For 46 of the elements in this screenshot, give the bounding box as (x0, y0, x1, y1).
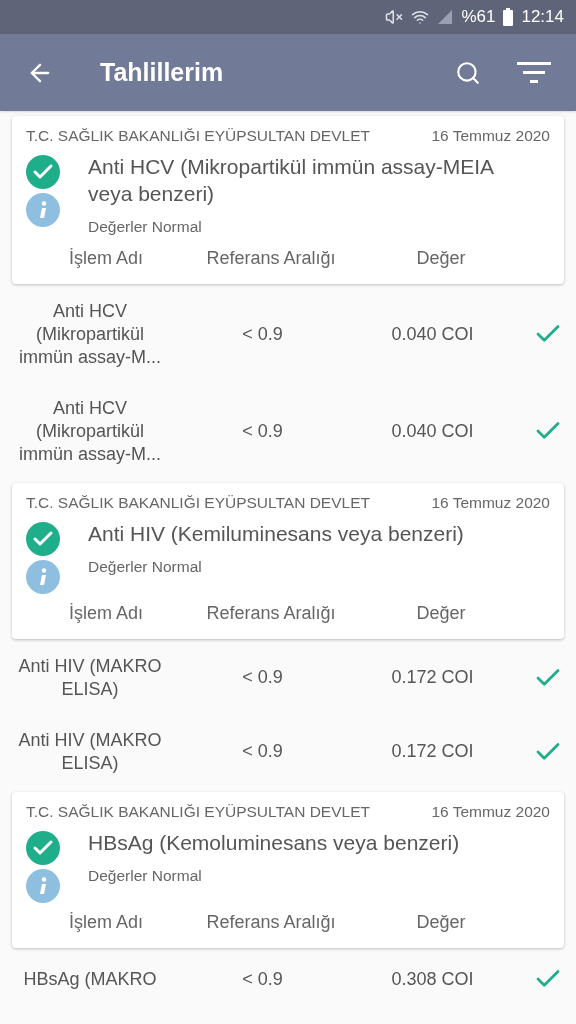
column-header: Değer (415, 246, 467, 270)
result-card[interactable]: T.C. SAĞLIK BAKANLIĞI EYÜPSULTAN DEVLET 16 Temmuz 2020 Anti HCV (Mikropartikül immün assay-MEIA veya benzeri) Değerler Normal İşlem Adı Referans Aralığı Değer (12, 116, 564, 284)
status-text: Değerler Normal (88, 217, 203, 238)
clock: 12:14 (521, 6, 564, 29)
mute-icon (385, 8, 404, 26)
test-title: Anti HCV (Mikropartikül immün assay-MEIA veya benzeri) (88, 154, 495, 208)
page-title: Tahlillerim (100, 56, 225, 88)
signal-icon (437, 9, 454, 25)
result-date: 16 Temmuz 2020 (431, 492, 550, 513)
result-value: 0.172 COI (390, 740, 475, 764)
hospital-name: T.C. SAĞLIK BAKANLIĞI EYÜPSULTAN DEVLET (26, 126, 370, 146)
result-date: 16 Temmuz 2020 (431, 126, 550, 146)
column-header: İşlem Adı (68, 911, 144, 934)
reference-range: < 0.9 (241, 666, 284, 690)
result-value: 0.040 COI (390, 419, 475, 443)
test-title: Anti HIV (Kemiluminesans veya benzeri) (88, 520, 464, 547)
column-header: İşlem Adı (68, 601, 144, 625)
status-text: Değerler Normal (88, 556, 203, 577)
column-header: İşlem Adı (68, 246, 144, 270)
test-name: Anti HCV (Mikropartikül immün assay-M... (18, 299, 162, 369)
column-header: Referans Aralığı (205, 601, 337, 625)
reference-range: < 0.9 (241, 322, 284, 346)
column-header: Referans Aralığı (205, 911, 337, 934)
reference-range: < 0.9 (241, 419, 284, 443)
result-value: 0.040 COI (390, 322, 475, 346)
battery-percent: %61 (461, 6, 496, 29)
hospital-name: T.C. SAĞLIK BAKANLIĞI EYÜPSULTAN DEVLET (26, 801, 370, 822)
result-value: 0.308 COI (390, 967, 475, 991)
battery-icon (503, 8, 514, 26)
test-name: HBsAg (MAKRO (22, 967, 158, 991)
result-date: 16 Temmuz 2020 (431, 801, 550, 822)
reference-range: < 0.9 (241, 967, 284, 991)
result-card[interactable]: T.C. SAĞLIK BAKANLIĞI EYÜPSULTAN DEVLET 16 Temmuz 2020 HBsAg (Kemoluminesans veya benzeri) Değerler Normal İşlem Adı Referans Aralığı Değer (12, 791, 564, 948)
status-text: Değerler Normal (88, 866, 203, 886)
wifi-icon (411, 8, 430, 26)
column-header: Değer (415, 911, 467, 934)
column-header: Referans Aralığı (205, 246, 337, 270)
result-value: 0.172 COI (390, 666, 475, 690)
result-card[interactable]: T.C. SAĞLIK BAKANLIĞI EYÜPSULTAN DEVLET 16 Temmuz 2020 Anti HIV (Kemiluminesans veya benzeri) Değerler Normal İşlem Adı Referans Aralığı Değer (12, 482, 564, 639)
reference-range: < 0.9 (241, 740, 284, 764)
test-name: Anti HIV (MAKRO ELISA) (17, 728, 163, 775)
test-name: Anti HCV (Mikropartikül immün assay-M... (18, 396, 162, 466)
test-title: HBsAg (Kemoluminesans veya benzeri) (88, 830, 460, 856)
test-name: Anti HIV (MAKRO ELISA) (17, 654, 163, 701)
column-header: Değer (415, 601, 467, 625)
hospital-name: T.C. SAĞLIK BAKANLIĞI EYÜPSULTAN DEVLET (26, 492, 370, 513)
